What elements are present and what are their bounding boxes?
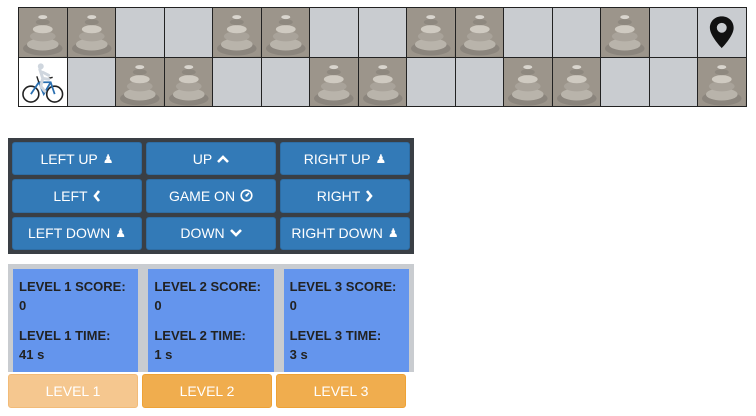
right-label: RIGHT — [316, 187, 361, 204]
stacked-stones-icon — [504, 57, 552, 106]
level-1-time-label: LEVEL 1 TIME: — [19, 328, 111, 343]
rock-cell — [67, 8, 117, 58]
stacked-stones-icon — [358, 57, 407, 106]
rock-cell — [698, 57, 747, 107]
empty-cell — [358, 8, 408, 58]
rock-cell — [213, 8, 262, 58]
empty-cell — [261, 57, 311, 107]
left-button[interactable]: LEFT — [12, 179, 142, 213]
up-label: UP — [192, 150, 213, 167]
rock-cell — [358, 57, 408, 107]
right-up-label: RIGHT UP — [303, 150, 371, 167]
goal-cell — [698, 8, 747, 58]
empty-cell — [649, 8, 699, 58]
pawn-icon: ♟ — [375, 151, 387, 166]
stacked-stones-icon — [261, 8, 310, 57]
empty-cell — [649, 57, 699, 107]
right-down-label: RIGHT DOWN — [291, 225, 383, 242]
down-button[interactable]: DOWN — [146, 216, 276, 250]
chevron-right-icon — [365, 190, 373, 202]
stacked-stones-icon — [552, 57, 601, 106]
right-button[interactable]: RIGHT — [280, 179, 410, 213]
stacked-stones-icon — [116, 57, 164, 106]
level-selector: LEVEL 1 LEVEL 2 LEVEL 3 — [8, 374, 408, 408]
game-on-label: GAME ON — [168, 187, 236, 204]
empty-cell — [601, 57, 650, 107]
stacked-stones-icon — [698, 57, 746, 106]
chevron-up-icon — [217, 154, 230, 164]
chevron-left-icon — [92, 190, 101, 202]
rock-cell — [504, 57, 553, 107]
stacked-stones-icon — [19, 8, 67, 57]
cyclist-icon — [22, 62, 64, 103]
rock-cell — [552, 57, 602, 107]
level-1-button[interactable]: LEVEL 1 — [8, 374, 138, 408]
level-1-time-value: 41 s — [19, 347, 45, 362]
level-2-score-label: LEVEL 2 SCORE: — [154, 279, 262, 294]
level-1-score-label: LEVEL 1 SCORE: — [19, 279, 126, 294]
rock-cell — [407, 8, 456, 58]
level-2-score-value: 0 — [154, 298, 162, 313]
level-1-score-card: LEVEL 1 SCORE: 0 LEVEL 1 TIME: 41 s — [13, 269, 139, 372]
level-3-score-value: 0 — [289, 298, 297, 313]
empty-cell — [455, 57, 505, 107]
pawn-icon: ♟ — [387, 226, 399, 241]
chevron-down-icon — [229, 228, 242, 238]
game-board — [18, 7, 747, 107]
stacked-stones-icon — [67, 8, 116, 57]
down-label: DOWN — [180, 225, 225, 242]
score-panel: LEVEL 1 SCORE: 0 LEVEL 1 TIME: 41 s LEVE… — [8, 264, 414, 372]
rock-cell — [601, 8, 650, 58]
level-3-button[interactable]: LEVEL 3 — [276, 374, 406, 408]
left-up-label: LEFT UP — [40, 150, 98, 167]
map-pin-icon — [710, 16, 735, 49]
left-down-label: LEFT DOWN — [28, 225, 111, 242]
rock-cell — [116, 57, 165, 107]
dashboard-icon — [240, 189, 253, 203]
stacked-stones-icon — [601, 8, 649, 57]
stacked-stones-icon — [455, 8, 504, 57]
empty-cell — [407, 57, 456, 107]
empty-cell — [213, 57, 262, 107]
level-2-button[interactable]: LEVEL 2 — [142, 374, 272, 408]
level-2-score-card: LEVEL 2 SCORE: 0 LEVEL 2 TIME: 1 s — [148, 269, 274, 372]
left-label: LEFT — [53, 187, 88, 204]
up-button[interactable]: UP — [146, 142, 276, 176]
level-3-score-label: LEVEL 3 SCORE: — [289, 279, 397, 294]
level-3-score-card: LEVEL 3 SCORE: 0 LEVEL 3 TIME: 3 s — [283, 269, 409, 372]
rock-cell — [19, 8, 68, 58]
stacked-stones-icon — [213, 8, 261, 57]
level-3-time-value: 3 s — [289, 347, 308, 362]
stacked-stones-icon — [407, 8, 455, 57]
game-on-button[interactable]: GAME ON — [146, 179, 276, 213]
right-up-button[interactable]: RIGHT UP ♟ — [280, 142, 410, 176]
stacked-stones-icon — [310, 57, 358, 106]
rock-cell — [261, 8, 311, 58]
right-down-button[interactable]: RIGHT DOWN ♟ — [280, 216, 410, 250]
rock-cell — [455, 8, 505, 58]
left-down-button[interactable]: LEFT DOWN ♟ — [12, 216, 142, 250]
empty-cell — [116, 8, 165, 58]
empty-cell — [310, 8, 359, 58]
player-cell — [19, 57, 68, 107]
control-panel: LEFT UP ♟ UP RIGHT UP ♟ LEFT GAME ON RIGHT… — [8, 138, 414, 254]
left-up-button[interactable]: LEFT UP ♟ — [12, 142, 142, 176]
level-2-time-label: LEVEL 2 TIME: — [154, 328, 246, 343]
rock-cell — [164, 57, 214, 107]
rock-cell — [310, 57, 359, 107]
level-3-time-label: LEVEL 3 TIME: — [289, 328, 382, 343]
pawn-icon: ♟ — [115, 226, 126, 241]
empty-cell — [552, 8, 602, 58]
empty-cell — [67, 57, 117, 107]
stacked-stones-icon — [164, 57, 213, 106]
empty-cell — [504, 8, 553, 58]
pawn-icon: ♟ — [102, 151, 114, 166]
empty-cell — [164, 8, 214, 58]
level-2-time-value: 1 s — [154, 347, 173, 362]
level-1-score-value: 0 — [19, 298, 27, 313]
